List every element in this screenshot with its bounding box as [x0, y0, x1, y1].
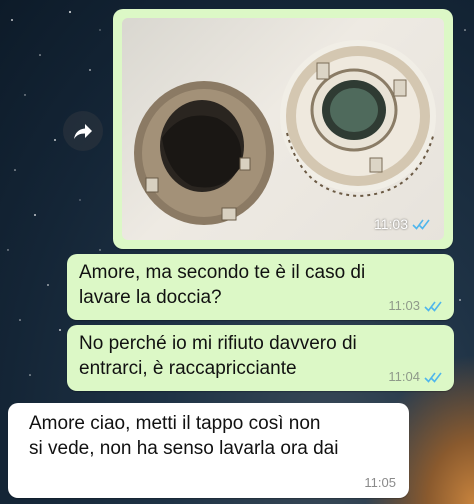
message-meta: 11:04: [388, 369, 444, 384]
message-meta: 11:05: [364, 475, 396, 490]
message-line: No perché io mi rifiuto davvero di: [79, 333, 357, 354]
message-time: 11:04: [388, 369, 420, 384]
drain-illustration: [134, 40, 436, 225]
double-check-icon: [424, 301, 442, 312]
double-check-icon: [412, 219, 430, 230]
message-time: 11:03: [374, 216, 408, 232]
shower-drain-photo[interactable]: 11:03: [122, 18, 444, 240]
message-line: Amore, ma secondo te è il caso di: [79, 262, 366, 283]
message-bubble-outgoing[interactable]: No perché io mi rifiuto davvero di entra…: [67, 325, 454, 391]
message-bubble-incoming[interactable]: Amore ciao, metti il tappo così non si v…: [8, 403, 409, 498]
double-check-icon: [424, 372, 442, 383]
message-text: No perché io mi rifiuto davvero di entra…: [79, 331, 357, 381]
message-meta: 11:03: [388, 298, 444, 313]
message-text: Amore ciao, metti il tappo così non si v…: [29, 411, 338, 461]
message-line: Amore ciao, metti il tappo così non: [29, 413, 321, 434]
message-line: si vede, non ha senso lavarla ora dai: [29, 438, 339, 459]
forward-arrow-icon: [74, 124, 92, 139]
message-bubble-outgoing[interactable]: Amore, ma secondo te è il caso di lavare…: [67, 254, 454, 320]
message-line: entrarci, è raccapricciante: [79, 358, 297, 379]
message-bubble-image[interactable]: 11:03: [113, 9, 453, 249]
forward-button[interactable]: [63, 111, 103, 151]
message-text: Amore, ma secondo te è il caso di lavare…: [79, 260, 365, 310]
message-time: 11:03: [388, 298, 420, 313]
message-line: lavare la doccia?: [79, 287, 222, 308]
message-time: 11:05: [364, 475, 396, 490]
image-message-meta: 11:03: [374, 216, 432, 232]
